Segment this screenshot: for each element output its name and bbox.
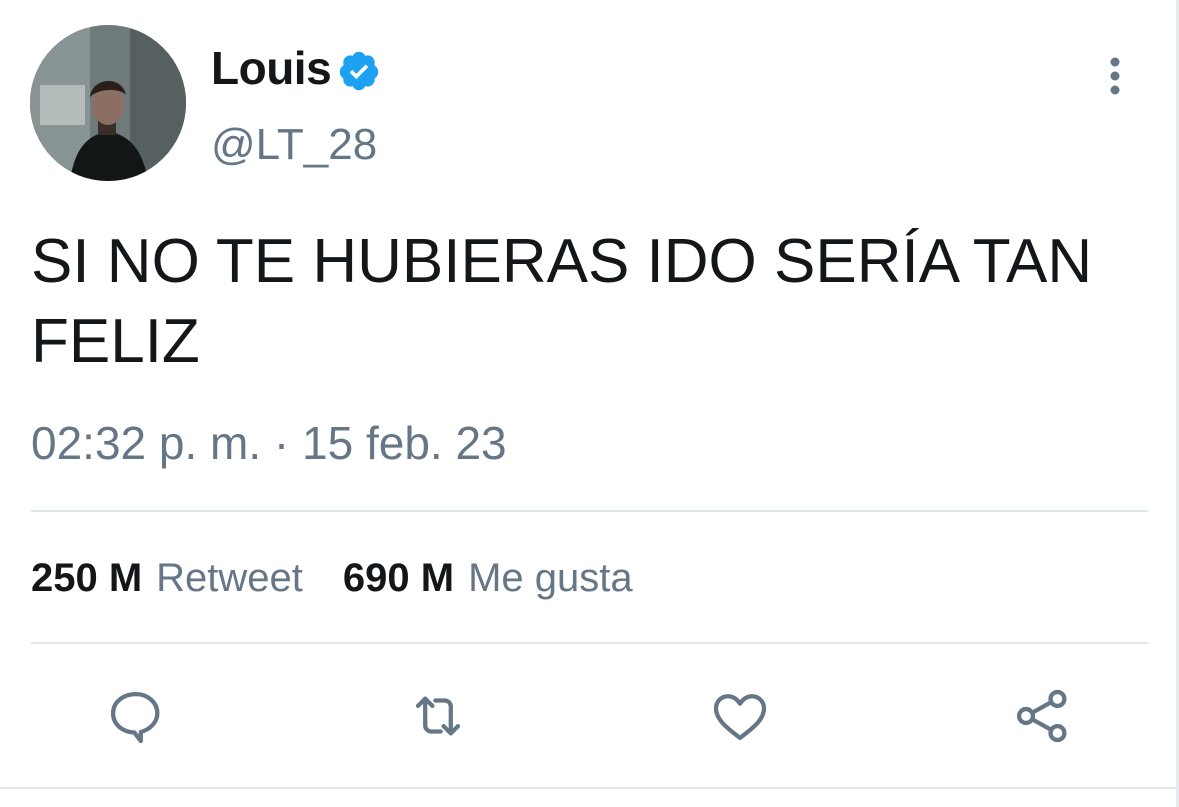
user-handle[interactable]: @LT_28 bbox=[211, 120, 377, 170]
retweet-icon[interactable] bbox=[406, 684, 470, 748]
divider bbox=[31, 642, 1148, 644]
tweet-card: Louis @LT_28 SI NO TE HUBIERAS IDO SERÍA… bbox=[0, 0, 1179, 807]
likes-count: 690 M bbox=[342, 556, 455, 600]
retweets-label: Retweet bbox=[156, 556, 303, 600]
display-name-row: Louis bbox=[211, 38, 381, 98]
tweet-text: SI NO TE HUBIERAS IDO SERÍA TAN FELIZ bbox=[31, 227, 1093, 376]
avatar[interactable] bbox=[30, 25, 186, 181]
share-icon[interactable] bbox=[1010, 684, 1074, 748]
bottom-border bbox=[0, 787, 1179, 789]
avatar-photo bbox=[30, 25, 186, 181]
verified-badge-icon bbox=[339, 51, 379, 91]
tweet-stats: 250 M Retweet 690 M Me gusta bbox=[31, 556, 633, 601]
tweet-timestamp[interactable]: 02:32 p. m. · 15 feb. 23 bbox=[31, 416, 507, 470]
likes-stat[interactable]: 690 M Me gusta bbox=[343, 556, 633, 601]
more-options-icon[interactable] bbox=[1100, 55, 1130, 97]
likes-label: Me gusta bbox=[468, 556, 633, 600]
retweets-stat[interactable]: 250 M Retweet bbox=[31, 556, 303, 601]
divider bbox=[31, 510, 1148, 512]
display-name[interactable]: Louis bbox=[211, 41, 332, 95]
reply-icon[interactable] bbox=[104, 684, 168, 748]
retweets-count: 250 M bbox=[31, 556, 143, 600]
heart-icon[interactable] bbox=[708, 684, 772, 748]
